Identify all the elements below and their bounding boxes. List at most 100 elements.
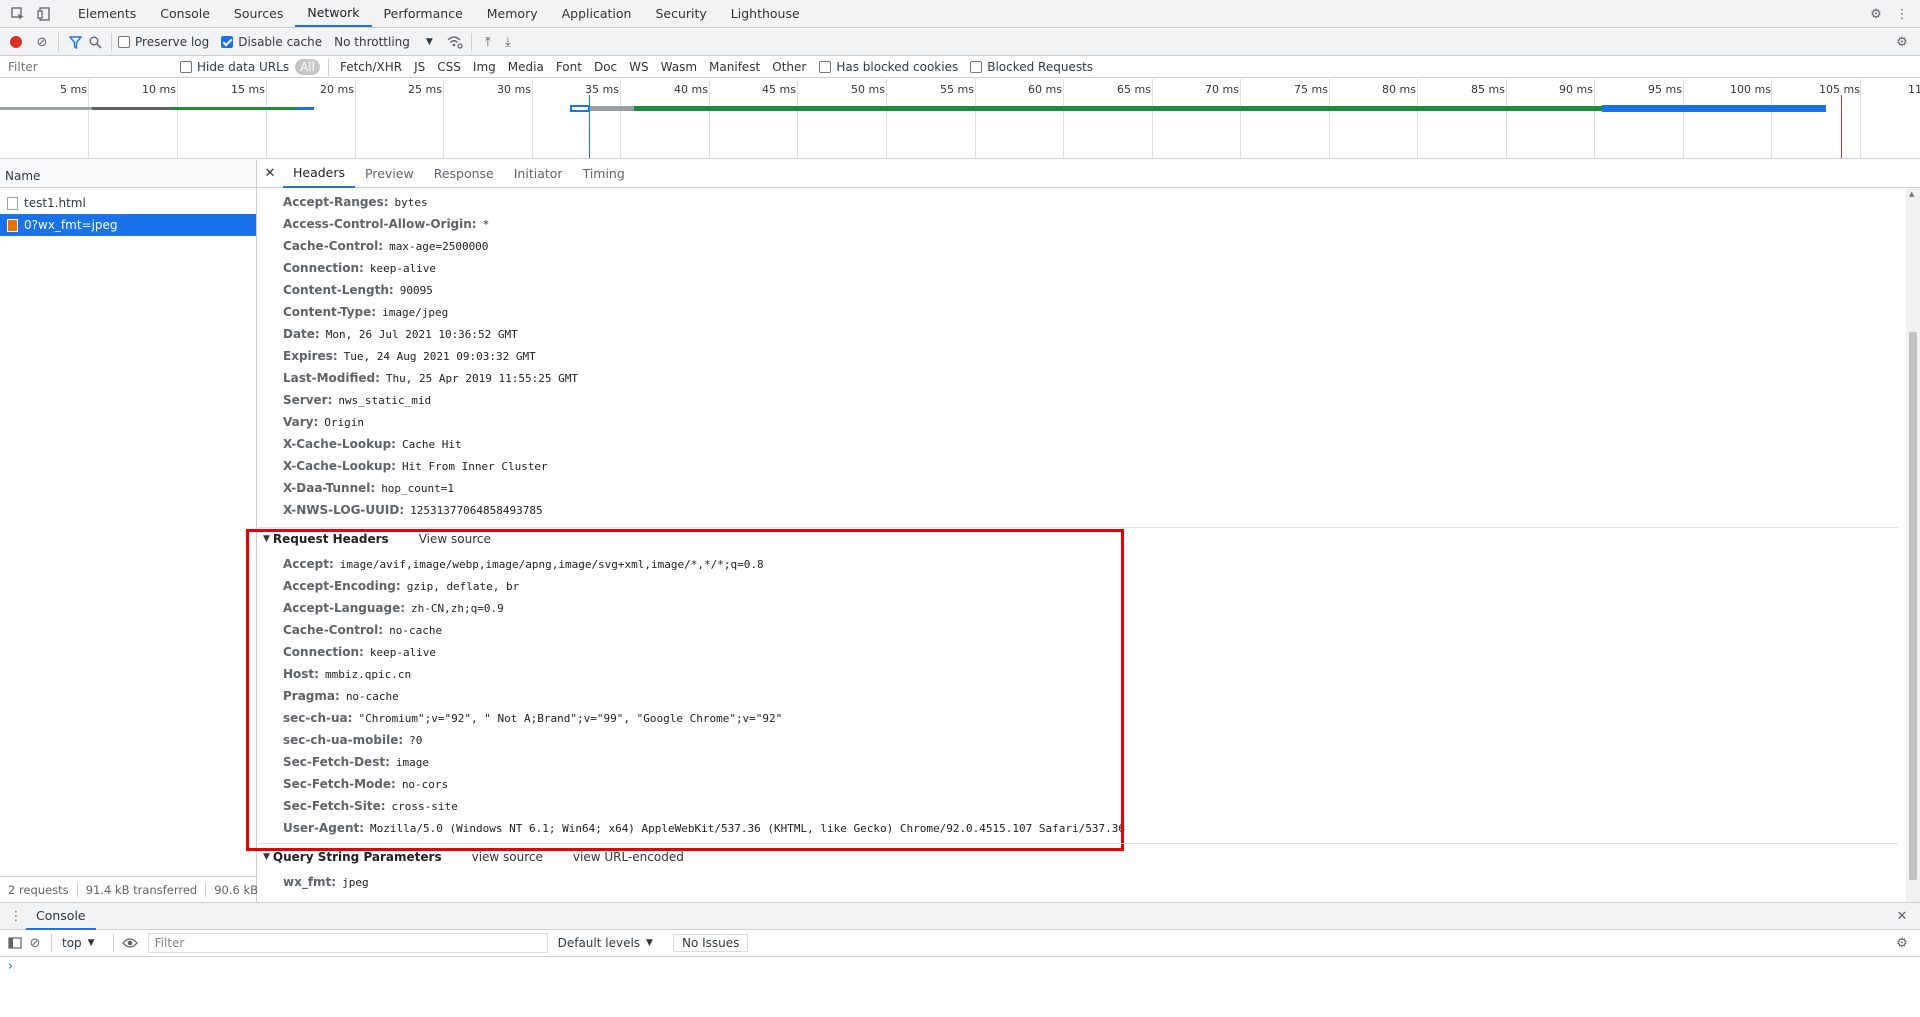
- issues-button[interactable]: No Issues: [672, 934, 749, 952]
- request-headers-section-title[interactable]: ▼ Request Headers View source: [263, 532, 521, 546]
- inspect-element-icon[interactable]: [8, 4, 28, 24]
- query-string-section-title[interactable]: ▼ Query String Parameters view source vi…: [263, 850, 714, 864]
- console-settings-gear-icon[interactable]: ⚙: [1892, 933, 1912, 953]
- close-details-icon[interactable]: ✕: [257, 166, 283, 181]
- network-conditions-icon[interactable]: [445, 32, 465, 52]
- view-source-link[interactable]: view source: [472, 850, 543, 864]
- tab-security[interactable]: Security: [643, 0, 718, 27]
- scrollbar-thumb[interactable]: [1909, 332, 1917, 880]
- timeline-tick-label: 85 ms: [1471, 83, 1505, 96]
- checkbox-box-checked[interactable]: [221, 36, 234, 48]
- view-source-link[interactable]: View source: [419, 532, 491, 546]
- preserve-log-checkbox[interactable]: Preserve log: [118, 35, 209, 49]
- search-icon[interactable]: [85, 32, 105, 52]
- timeline-tick-label: 95 ms: [1648, 83, 1682, 96]
- console-prompt[interactable]: ›: [8, 959, 13, 974]
- tab-performance[interactable]: Performance: [372, 0, 475, 27]
- type-filter-fetch-xhr[interactable]: Fetch/XHR: [335, 59, 407, 75]
- timeline-tick-label: 35 ms: [585, 83, 619, 96]
- header-value: zh-CN,zh;q=0.9: [411, 601, 504, 615]
- import-har-icon[interactable]: ⤒: [478, 32, 498, 52]
- has-blocked-cookies-checkbox[interactable]: Has blocked cookies: [819, 60, 958, 74]
- export-har-icon[interactable]: ⤓: [498, 32, 518, 52]
- checkbox-box[interactable]: [970, 60, 983, 73]
- tab-console[interactable]: Console: [148, 0, 222, 27]
- image-file-icon: [7, 218, 18, 232]
- tab-initiator[interactable]: Initiator: [504, 160, 573, 188]
- checkbox-box[interactable]: [180, 60, 192, 73]
- expand-triangle-icon[interactable]: ▼: [263, 534, 270, 544]
- record-button[interactable]: [10, 36, 22, 48]
- throttling-select[interactable]: No throttling ▼: [334, 35, 433, 49]
- timeline-gridline: [1506, 79, 1507, 158]
- console-filter-input[interactable]: Filter: [147, 933, 548, 953]
- device-toolbar-icon[interactable]: [34, 4, 54, 24]
- show-sidebar-icon[interactable]: [5, 933, 25, 953]
- request-row[interactable]: test1.html: [0, 192, 256, 214]
- response-header-row: Accept-Ranges: bytes: [283, 193, 428, 211]
- timeline-tick-label: 10 ms: [142, 83, 176, 96]
- expand-triangle-icon[interactable]: ▼: [263, 852, 270, 862]
- type-filter-media[interactable]: Media: [503, 59, 549, 75]
- close-drawer-icon[interactable]: ✕: [1892, 906, 1912, 926]
- request-header-row: Host: mmbiz.qpic.cn: [283, 665, 411, 683]
- response-header-row: X-Cache-Lookup: Hit From Inner Cluster: [283, 457, 548, 475]
- tab-application[interactable]: Application: [550, 0, 644, 27]
- type-filter-other[interactable]: Other: [767, 59, 811, 75]
- request-header-row: Sec-Fetch-Site: cross-site: [283, 797, 458, 815]
- network-overview-timeline[interactable]: 5 ms 10 ms 15 ms 20 ms 25 ms 30 ms 35 ms…: [0, 79, 1920, 159]
- name-column-header[interactable]: Name: [0, 160, 256, 188]
- type-filter-manifest[interactable]: Manifest: [704, 59, 765, 75]
- response-header-row: X-NWS-LOG-UUID: 12531377064858493785: [283, 501, 543, 519]
- disable-cache-checkbox[interactable]: Disable cache: [221, 35, 322, 49]
- checkbox-box[interactable]: [819, 60, 832, 73]
- scroll-up-arrow-icon[interactable]: ▲: [1909, 190, 1914, 198]
- section-divider: [258, 843, 1898, 844]
- type-filter-all[interactable]: All: [295, 58, 320, 75]
- timeline-gridline: [1417, 79, 1418, 158]
- tab-memory[interactable]: Memory: [475, 0, 550, 27]
- context-select[interactable]: top ▼: [62, 936, 95, 950]
- type-filter-wasm[interactable]: Wasm: [656, 59, 702, 75]
- network-settings-gear-icon[interactable]: ⚙: [1892, 32, 1912, 52]
- tab-sources[interactable]: Sources: [222, 0, 295, 27]
- clear-console-icon[interactable]: ⊘: [25, 933, 45, 953]
- header-value: Origin: [324, 415, 365, 429]
- console-drawer-header: ⋮ Console ✕: [0, 902, 1920, 930]
- tab-headers[interactable]: Headers: [283, 160, 356, 188]
- header-value: image/avif,image/webp,image/apng,image/s…: [339, 557, 764, 571]
- clear-icon[interactable]: ⊘: [32, 32, 52, 52]
- checkbox-box[interactable]: [118, 36, 130, 48]
- filter-funnel-icon[interactable]: [65, 32, 85, 52]
- timeline-gridline: [1152, 79, 1153, 158]
- tab-elements[interactable]: Elements: [66, 0, 148, 27]
- drawer-tab-console[interactable]: Console: [26, 902, 96, 930]
- drawer-menu-icon[interactable]: ⋮: [6, 906, 26, 926]
- blocked-requests-checkbox[interactable]: Blocked Requests: [970, 60, 1093, 74]
- tab-timing[interactable]: Timing: [573, 160, 635, 188]
- settings-gear-icon[interactable]: ⚙: [1866, 4, 1886, 24]
- type-filter-ws[interactable]: WS: [624, 59, 653, 75]
- request-row-selected[interactable]: 0?wx_fmt=jpeg: [0, 214, 256, 236]
- type-filter-css[interactable]: CSS: [432, 59, 466, 75]
- type-filter-js[interactable]: JS: [409, 59, 430, 75]
- tab-response[interactable]: Response: [424, 160, 504, 188]
- timeline-tick-label: 5 ms: [60, 83, 87, 96]
- type-filter-font[interactable]: Font: [551, 59, 587, 75]
- details-scrollbar[interactable]: ▲: [1906, 188, 1920, 902]
- more-options-icon[interactable]: ⋮: [1892, 4, 1912, 24]
- tab-preview[interactable]: Preview: [355, 160, 424, 188]
- hide-data-urls-checkbox[interactable]: Hide data URLs: [180, 60, 289, 74]
- type-filter-img[interactable]: Img: [468, 59, 501, 75]
- tab-network[interactable]: Network: [295, 0, 372, 27]
- tab-lighthouse[interactable]: Lighthouse: [719, 0, 812, 27]
- overview-bar-request-2-end: [1602, 105, 1826, 112]
- type-filter-doc[interactable]: Doc: [589, 59, 622, 75]
- header-name: Accept:: [283, 557, 334, 571]
- filter-input[interactable]: [4, 57, 170, 76]
- view-url-encoded-link[interactable]: view URL-encoded: [573, 850, 684, 864]
- log-levels-select[interactable]: Default levels ▼: [558, 936, 653, 950]
- live-expression-eye-icon[interactable]: [120, 933, 140, 953]
- header-name: Connection:: [283, 645, 364, 659]
- request-header-row: Sec-Fetch-Mode: no-cors: [283, 775, 448, 793]
